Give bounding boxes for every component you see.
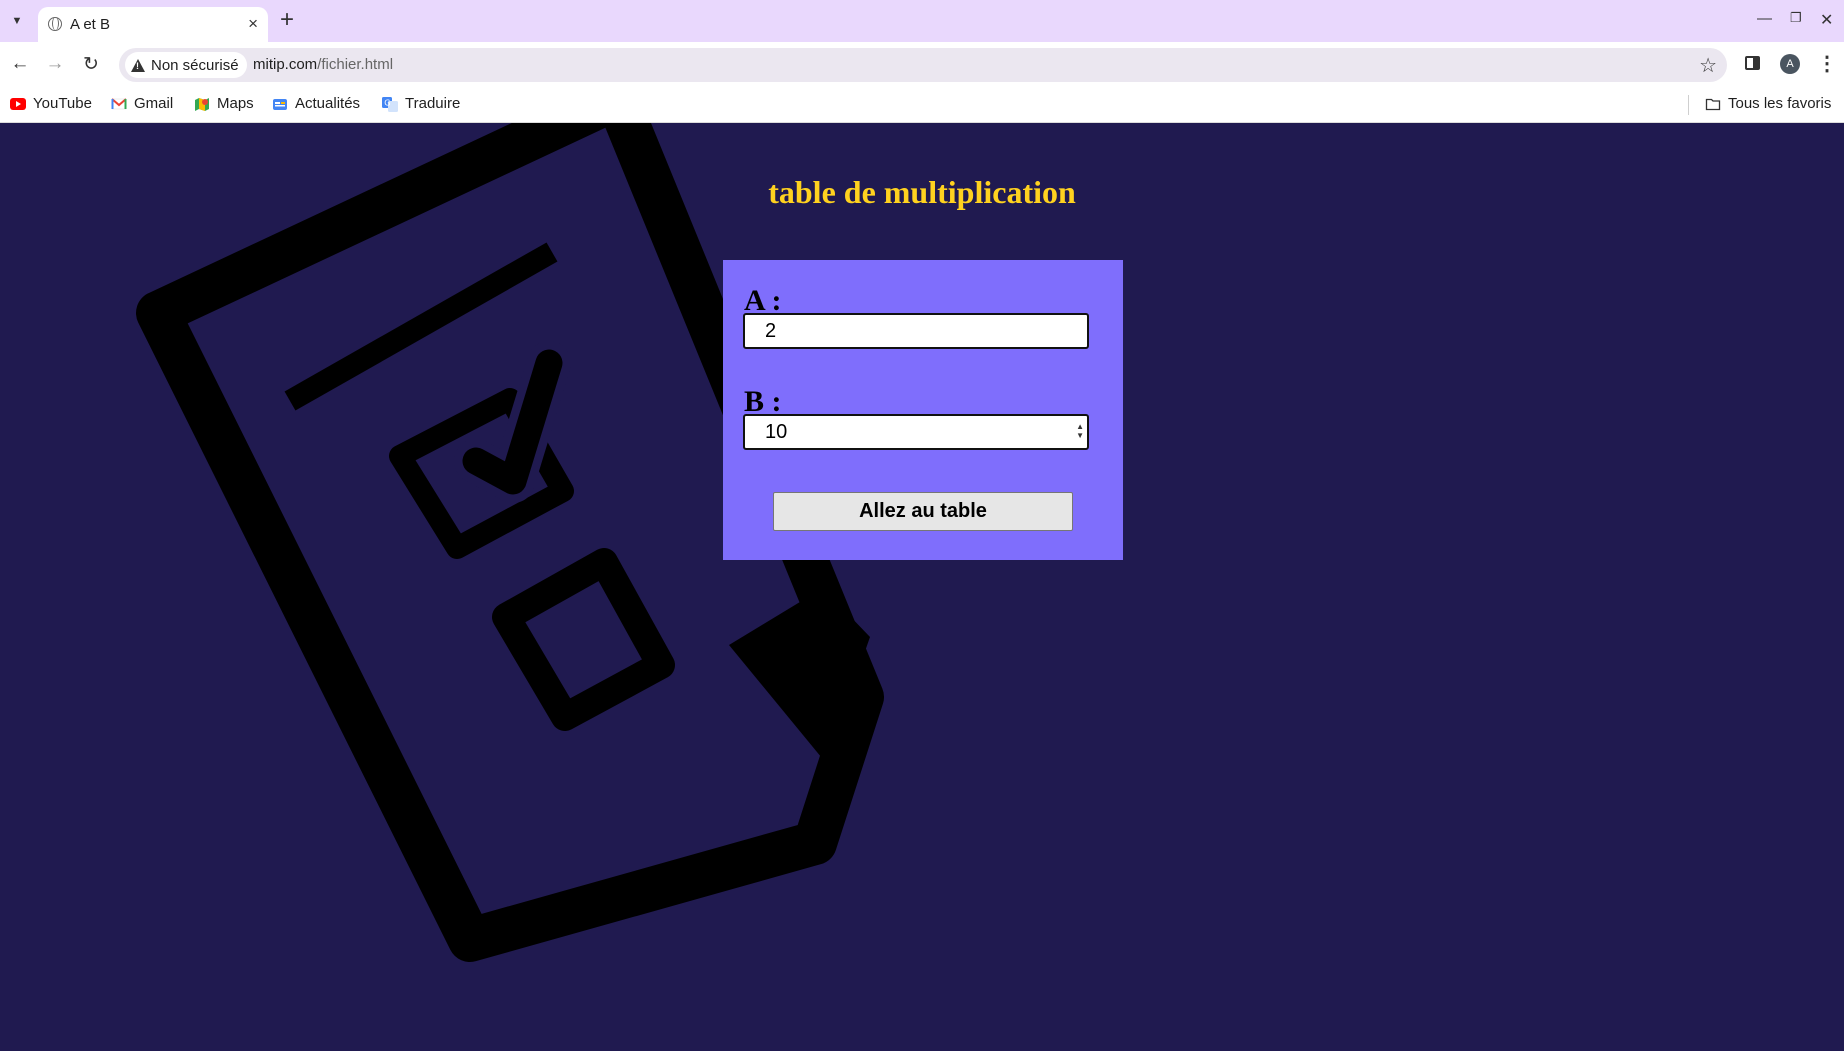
bookmark-label: Actualités — [295, 95, 361, 112]
bookmark-actualites[interactable]: Actualités — [272, 95, 360, 112]
url-host: mitip.com — [253, 56, 318, 73]
youtube-icon — [10, 96, 26, 112]
page-title: table de multiplication — [768, 174, 1076, 210]
tab-title: A et B — [70, 16, 111, 33]
restore-icon[interactable]: ❐ — [1790, 10, 1802, 26]
window-close-icon[interactable]: ✕ — [1820, 10, 1833, 30]
submit-button[interactable]: Allez au table — [773, 492, 1073, 531]
bookmark-label: Gmail — [134, 95, 174, 112]
page-content: table de multiplication A : 2 B : 10 ▲ ▼ … — [0, 123, 1844, 1051]
form-panel: A : 2 B : 10 ▲ ▼ Allez au table — [723, 260, 1123, 560]
bookmarks-bar: YouTube Gmail Maps Actualités G Traduire… — [0, 87, 1844, 123]
bookmark-gmail[interactable]: Gmail — [111, 95, 173, 112]
security-label: Non sécurisé — [151, 56, 239, 74]
svg-text:G: G — [384, 98, 390, 107]
number-spinner-icon[interactable]: ▲ ▼ — [1076, 422, 1084, 440]
browser-tab[interactable]: A et B × — [38, 7, 268, 42]
input-a[interactable]: 2 — [743, 313, 1089, 349]
all-bookmarks-folder[interactable]: Tous les favoris — [1705, 95, 1831, 112]
bookmark-traduire[interactable]: G Traduire — [382, 95, 460, 112]
minimize-icon[interactable]: — — [1757, 10, 1772, 27]
address-bar[interactable]: Non sécurisé mitip.com/fichier.html ☆ — [119, 48, 1727, 82]
side-panel-icon[interactable] — [1745, 56, 1760, 70]
input-b[interactable]: 10 ▲ ▼ — [743, 414, 1089, 450]
bookmark-youtube[interactable]: YouTube — [10, 95, 92, 112]
tab-search-chevron-icon[interactable]: ▼ — [6, 10, 28, 32]
warning-icon — [131, 58, 145, 72]
bookmark-star-icon[interactable]: ☆ — [1699, 53, 1717, 78]
gmail-icon — [111, 96, 127, 112]
security-chip[interactable]: Non sécurisé — [125, 52, 247, 78]
news-icon — [272, 96, 288, 112]
input-b-value: 10 — [765, 421, 788, 443]
back-arrow-icon[interactable]: ← — [7, 51, 33, 77]
profile-avatar[interactable]: A — [1780, 54, 1800, 74]
bookmark-label: Maps — [217, 95, 254, 112]
bookmark-label: YouTube — [33, 95, 92, 112]
bookmarks-divider — [1688, 95, 1689, 115]
tab-close-button[interactable]: × — [248, 14, 258, 34]
tab-strip: ▼ A et B × + — ❐ ✕ — [0, 0, 1844, 42]
browser-toolbar: ← → ↻ Non sécurisé mitip.com/fichier.htm… — [0, 42, 1844, 87]
maps-icon — [194, 96, 210, 112]
forward-arrow-icon[interactable]: → — [42, 51, 68, 77]
url-path: /fichier.html — [317, 56, 394, 73]
new-tab-button[interactable]: + — [280, 6, 294, 34]
bookmark-label: Tous les favoris — [1728, 95, 1832, 112]
folder-icon — [1705, 96, 1721, 112]
url-text[interactable]: mitip.com/fichier.html — [253, 56, 393, 73]
reload-icon[interactable]: ↻ — [78, 51, 104, 77]
bookmark-maps[interactable]: Maps — [194, 95, 254, 112]
globe-icon — [48, 17, 62, 31]
translate-icon: G — [382, 96, 398, 112]
kebab-menu-icon[interactable]: ⋮ — [1817, 51, 1837, 76]
bookmark-label: Traduire — [405, 95, 461, 112]
